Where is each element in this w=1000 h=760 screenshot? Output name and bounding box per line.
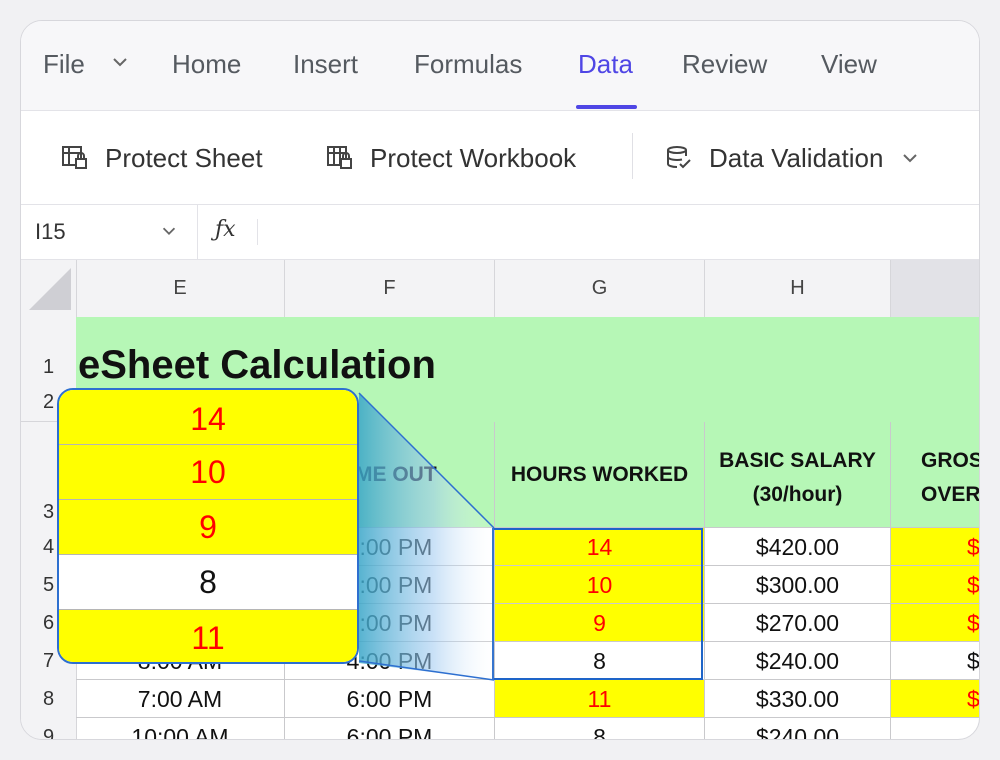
- cell-g6[interactable]: 9: [495, 604, 705, 642]
- toolbar-divider: [632, 133, 633, 179]
- tab-data[interactable]: Data: [578, 49, 633, 80]
- cell-f9[interactable]: 6:00 PM: [285, 718, 495, 739]
- column-header-g[interactable]: G: [495, 260, 705, 317]
- protect-workbook-icon: [327, 146, 352, 169]
- app-window: File Home Insert Formulas Data Review Vi…: [20, 20, 980, 740]
- protect-sheet-label: Protect Sheet: [105, 142, 263, 173]
- magnified-value: 10: [59, 445, 357, 500]
- cell-i5[interactable]: $: [891, 566, 979, 604]
- tab-formulas[interactable]: Formulas: [414, 49, 522, 80]
- cell-e9[interactable]: 10:00 AM: [76, 718, 285, 739]
- cell-i7[interactable]: $: [891, 642, 979, 680]
- sheet-title: eSheet Calculation: [78, 343, 436, 387]
- magnified-value: 14: [59, 390, 357, 445]
- tab-review[interactable]: Review: [682, 49, 767, 80]
- cell-e8[interactable]: 7:00 AM: [76, 680, 285, 718]
- cell-g5[interactable]: 10: [495, 566, 705, 604]
- cell-h5[interactable]: $300.00: [705, 566, 891, 604]
- protect-sheet-icon: [62, 146, 87, 169]
- column-header-f[interactable]: F: [285, 260, 495, 317]
- tab-file-label: File: [43, 49, 85, 79]
- column-header-e[interactable]: E: [76, 260, 285, 317]
- formula-bar: I15 ƒx: [21, 205, 979, 260]
- protect-sheet-button[interactable]: Protect Sheet: [61, 143, 263, 173]
- cell-i9[interactable]: [891, 718, 979, 739]
- gross-header-line1: GROS: [921, 449, 979, 472]
- magnified-value: 8: [59, 555, 357, 610]
- cell-g4[interactable]: 14: [495, 528, 705, 566]
- cell-i6[interactable]: $: [891, 604, 979, 642]
- cell-g9[interactable]: 8: [495, 718, 705, 739]
- row-header-9[interactable]: 9: [21, 718, 77, 739]
- cell-g7[interactable]: 8: [495, 642, 705, 680]
- cell-h6[interactable]: $270.00: [705, 604, 891, 642]
- row-header-8[interactable]: 8: [21, 680, 77, 719]
- divider: [197, 205, 198, 259]
- data-validation-label: Data Validation: [709, 142, 884, 173]
- active-tab-indicator: [576, 105, 637, 109]
- protect-workbook-label: Protect Workbook: [370, 142, 577, 173]
- header-cell-hours-worked[interactable]: HOURS WORKED: [495, 422, 705, 528]
- cell-h9[interactable]: $240.00: [705, 718, 891, 739]
- ribbon-toolbar: Protect Sheet Protect Workbook Data Vali…: [21, 111, 979, 205]
- data-validation-icon: [666, 146, 691, 169]
- gross-header-line2: OVERTI: [921, 483, 979, 506]
- chevron-down-icon[interactable]: [109, 51, 131, 79]
- basic-salary-header-line1: BASIC SALARY: [719, 449, 876, 472]
- column-header-i[interactable]: [891, 260, 979, 317]
- protect-workbook-button[interactable]: Protect Workbook: [326, 143, 576, 173]
- chevron-down-icon[interactable]: [159, 221, 179, 246]
- divider: [257, 219, 258, 245]
- name-box[interactable]: I15: [35, 219, 66, 245]
- header-cell-basic-salary[interactable]: BASIC SALARY (30/hour): [705, 422, 891, 528]
- magnified-value: 9: [59, 500, 357, 555]
- magnified-value: 11: [59, 610, 357, 662]
- chevron-down-icon: [903, 154, 918, 163]
- data-validation-button[interactable]: Data Validation: [665, 143, 921, 173]
- ribbon-tabs: File Home Insert Formulas Data Review Vi…: [21, 21, 979, 111]
- tab-insert[interactable]: Insert: [293, 49, 358, 80]
- column-header-h[interactable]: H: [705, 260, 891, 317]
- row-header-1[interactable]: 1: [21, 317, 77, 383]
- cell-h8[interactable]: $330.00: [705, 680, 891, 718]
- cell-h4[interactable]: $420.00: [705, 528, 891, 566]
- cell-h7[interactable]: $240.00: [705, 642, 891, 680]
- tab-home[interactable]: Home: [172, 49, 241, 80]
- select-all-corner[interactable]: [21, 260, 77, 317]
- magnifier-popup: 14 10 9 8 11: [57, 388, 359, 664]
- cell-g8[interactable]: 11: [495, 680, 705, 718]
- header-cell-gross-overtime[interactable]: GROS OVERTI: [891, 422, 979, 528]
- cell-i8[interactable]: $: [891, 680, 979, 718]
- function-icon[interactable]: ƒx: [215, 217, 236, 242]
- basic-salary-header-line2: (30/hour): [752, 483, 843, 506]
- tab-view[interactable]: View: [821, 49, 877, 80]
- cell-f8[interactable]: 6:00 PM: [285, 680, 495, 718]
- cell-i4[interactable]: $: [891, 528, 979, 566]
- tab-file[interactable]: File: [43, 49, 85, 80]
